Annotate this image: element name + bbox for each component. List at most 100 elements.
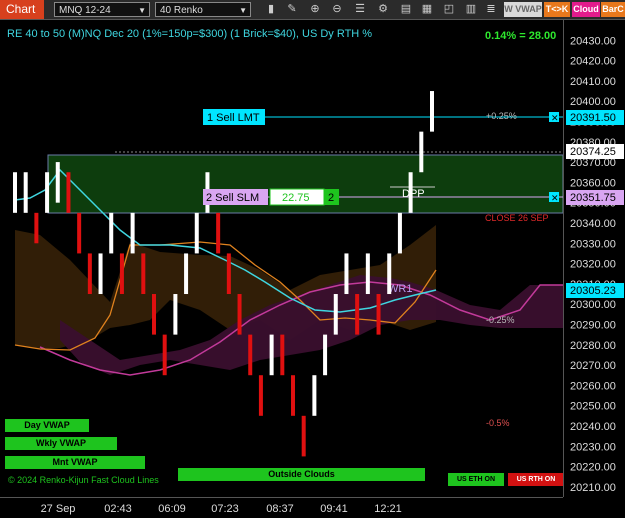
time-tick-label: 02:43: [104, 503, 132, 515]
weekly-vwap-toggle[interactable]: Wkly VWAP: [5, 437, 117, 450]
zoom-out-icon[interactable]: ⊖: [330, 2, 344, 17]
renko-brick: [323, 334, 328, 376]
renko-brick: [173, 294, 178, 335]
chart-title: RE 40 to 50 (M)NQ Dec 20 (1%=150p=$300) …: [7, 28, 372, 40]
renko-brick: [130, 212, 135, 254]
data-box-icon[interactable]: ▦: [420, 2, 434, 17]
renko-brick: [291, 375, 295, 416]
renko-brick: [365, 253, 370, 295]
instrument-selector[interactable]: MNQ 12-24 ▼: [54, 2, 150, 17]
price-tick-label: 20250.00: [570, 401, 616, 413]
bar-chart-icon[interactable]: ▮: [264, 2, 278, 17]
renko-brick: [141, 253, 146, 295]
draw-tool-icon[interactable]: ✎: [285, 2, 299, 17]
renko-brick: [430, 91, 434, 132]
wr1-price: 20305.23: [570, 285, 616, 297]
time-axis[interactable]: 27 Sep 02:43 06:09 07:23 08:37 09:41 12:21: [0, 497, 563, 518]
renko-brick: [216, 212, 221, 254]
renko-brick: [152, 294, 156, 335]
close-26-sep-label: CLOSE 26 SEP: [485, 213, 549, 223]
copyright-label: © 2024 Renko-Kijun Fast Cloud Lines: [8, 475, 159, 485]
strategy-icon[interactable]: ⚙: [376, 2, 390, 17]
renko-brick: [376, 294, 381, 335]
chart-trader-icon[interactable]: ▤: [399, 2, 413, 17]
price-tick-label: 20320.00: [570, 259, 616, 271]
us-eth-on-toggle[interactable]: US ETH ON: [448, 473, 504, 486]
current-price: 20374.25: [570, 146, 616, 158]
renko-brick: [162, 334, 167, 376]
pnl-text: 0.14% = 28.00: [485, 30, 556, 42]
price-tick-label: 20420.00: [570, 56, 616, 68]
us-rth-on-toggle[interactable]: US RTH ON: [508, 473, 564, 486]
monthly-vwap-toggle[interactable]: Mnt VWAP: [5, 456, 145, 469]
renko-brick: [34, 212, 39, 244]
link-icon[interactable]: ≣: [484, 2, 498, 17]
price-tick-label: 20330.00: [570, 238, 616, 250]
window-list-icon[interactable]: ▥: [464, 2, 478, 17]
renko-brick: [355, 294, 360, 335]
price-tick-label: 20240.00: [570, 421, 616, 433]
time-tick-label: 27 Sep: [41, 503, 76, 515]
time-tick-label: 12:21: [374, 503, 402, 515]
renko-brick: [45, 172, 50, 213]
renko-brick: [119, 253, 124, 295]
sell-lmt-label: 1 Sell LMT: [207, 112, 260, 124]
wr1-label: WR1: [388, 283, 412, 295]
bar-type-selector[interactable]: 40 Renko ▼: [155, 2, 251, 17]
price-tick-label: 20360.00: [570, 177, 616, 189]
bar-color-button[interactable]: BarC: [601, 2, 625, 17]
price-tick-label: 20270.00: [570, 360, 616, 372]
renko-brick: [397, 212, 402, 254]
renko-brick: [248, 334, 253, 376]
instrument-label: MNQ 12-24: [59, 5, 111, 16]
time-tick-label: 09:41: [320, 503, 348, 515]
close-icon: ✕: [551, 113, 559, 123]
slm-qty: 2: [328, 192, 334, 204]
renko-brick: [194, 212, 199, 254]
sell-lmt-price: 20391.50: [570, 112, 616, 124]
outside-clouds-toggle[interactable]: Outside Clouds: [178, 468, 425, 481]
price-tick-label: 20410.00: [570, 76, 616, 88]
price-tick-label: 20220.00: [570, 462, 616, 474]
chart-menu-button[interactable]: Chart: [0, 0, 44, 19]
renko-brick: [226, 253, 231, 295]
time-ticks: 27 Sep 02:43 06:09 07:23 08:37 09:41 12:21: [41, 503, 402, 515]
renko-brick: [87, 253, 92, 295]
renko-brick: [55, 162, 60, 203]
screenshot-icon[interactable]: ◰: [442, 2, 456, 17]
renko-brick: [344, 253, 349, 295]
renko-brick: [408, 172, 413, 213]
bar-type-label: 40 Renko: [160, 5, 203, 16]
minus-05-label: -0.5%: [486, 418, 510, 428]
tenkan-kijun-button[interactable]: T<>K: [544, 2, 570, 17]
renko-brick: [387, 253, 392, 295]
renko-brick: [269, 334, 274, 376]
renko-brick: [280, 334, 285, 376]
renko-brick: [77, 212, 82, 254]
renko-brick: [109, 212, 114, 254]
renko-brick: [66, 172, 71, 213]
minus-025-label: -0.25%: [486, 315, 515, 325]
cloud-button[interactable]: Cloud: [572, 2, 600, 17]
time-tick-label: 07:23: [211, 503, 239, 515]
renko-brick: [301, 415, 306, 457]
day-vwap-toggle[interactable]: Day VWAP: [5, 419, 89, 432]
wvwap-button[interactable]: W VWAP: [504, 2, 542, 17]
price-tick-label: 20340.00: [570, 218, 616, 230]
time-tick-label: 08:37: [266, 503, 294, 515]
price-tick-label: 20260.00: [570, 380, 616, 392]
price-tick-label: 20280.00: [570, 340, 616, 352]
renko-brick: [184, 253, 189, 295]
price-tick-label: 20400.00: [570, 96, 616, 108]
properties-icon[interactable]: ☰: [353, 2, 367, 17]
price-axis[interactable]: 20210.00 20220.00 20230.00 20240.00 20250.00…: [563, 20, 625, 497]
chevron-down-icon: ▼: [239, 6, 247, 15]
renko-brick: [13, 172, 17, 213]
plus-025-label: +0.25%: [486, 111, 517, 121]
zoom-in-icon[interactable]: ⊕: [308, 2, 322, 17]
close-icon: ✕: [551, 193, 559, 203]
sell-slm-label: 2 Sell SLM: [206, 192, 259, 204]
price-tick-label: 20430.00: [570, 35, 616, 47]
renko-brick: [312, 375, 317, 416]
dpp-label: DPP: [402, 188, 425, 200]
